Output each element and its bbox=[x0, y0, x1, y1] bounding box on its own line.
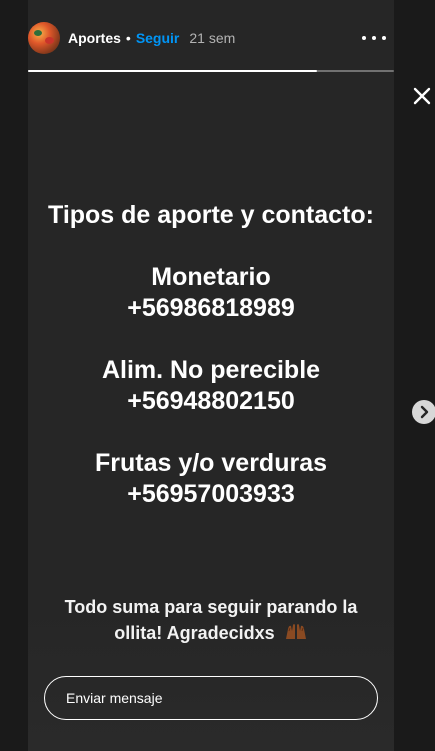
story-progress-bar bbox=[28, 70, 394, 72]
contribution-phone: +56948802150 bbox=[127, 387, 295, 415]
contribution-item: Alim. No perecible +56948802150 bbox=[28, 355, 394, 417]
story-header: Aportes • Seguir 21 sem bbox=[28, 20, 394, 56]
username[interactable]: Aportes bbox=[68, 30, 121, 46]
next-story-button[interactable] bbox=[412, 400, 435, 424]
post-time: 21 sem bbox=[189, 30, 236, 46]
chevron-right-icon bbox=[420, 405, 429, 419]
story-progress-fill bbox=[28, 70, 318, 72]
contribution-item: Monetario +56986818989 bbox=[28, 262, 394, 324]
contribution-item: Frutas y/o verduras +56957003933 bbox=[28, 448, 394, 510]
more-options-icon[interactable] bbox=[362, 29, 386, 47]
more-dot bbox=[382, 36, 386, 40]
separator-dot: • bbox=[125, 30, 131, 46]
more-dot bbox=[372, 36, 376, 40]
contribution-type: Frutas y/o verduras bbox=[94, 449, 328, 477]
story-heading: Tipos de aporte y contacto: bbox=[48, 201, 374, 229]
close-icon[interactable] bbox=[412, 86, 432, 106]
story-footer-text: Todo suma para seguir parando la ollita!… bbox=[28, 594, 394, 647]
footer-line: Todo suma para seguir parando la bbox=[64, 597, 358, 617]
more-dot bbox=[362, 36, 366, 40]
footer-line-2: ollita! Agradecidxs bbox=[28, 620, 394, 647]
follow-button[interactable]: Seguir bbox=[136, 30, 180, 46]
contribution-type: Alim. No perecible bbox=[101, 356, 321, 384]
avatar[interactable] bbox=[28, 22, 60, 54]
contribution-phone: +56986818989 bbox=[127, 294, 295, 322]
story-text: Tipos de aporte y contacto: Monetario +5… bbox=[28, 200, 394, 510]
raising-hands-icon bbox=[284, 621, 308, 647]
contribution-type: Monetario bbox=[151, 263, 271, 291]
footer-line: ollita! Agradecidxs bbox=[114, 623, 275, 643]
contribution-phone: +56957003933 bbox=[127, 480, 295, 508]
send-message-input[interactable] bbox=[44, 676, 378, 720]
